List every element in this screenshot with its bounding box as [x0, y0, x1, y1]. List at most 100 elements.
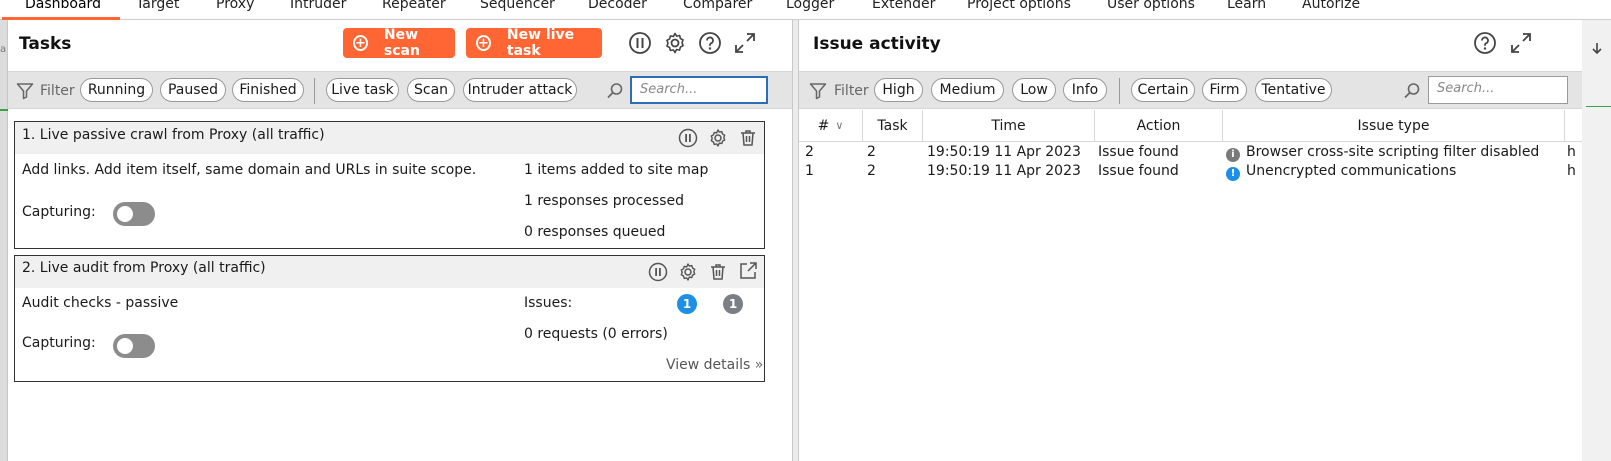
new-scan-button[interactable]: + New scan [343, 27, 455, 59]
capturing-toggle[interactable] [113, 334, 155, 358]
tab-target[interactable]: Target [136, 0, 179, 12]
pause-icon[interactable] [645, 259, 671, 285]
tab-sequencer[interactable]: Sequencer [480, 0, 555, 12]
filter-chip-finished[interactable]: Finished [232, 78, 304, 102]
plus-icon: + [353, 35, 368, 51]
funnel-icon [16, 82, 34, 104]
gear-icon[interactable] [662, 30, 688, 56]
filter-chip-firm[interactable]: Firm [1202, 78, 1247, 102]
tab-intruder[interactable]: Intruder [290, 0, 346, 12]
tasks-title: Tasks [19, 34, 72, 54]
filter-chip-high[interactable]: High [874, 78, 923, 102]
cell-overflow: h [1567, 163, 1576, 179]
tasks-filter-label: Filter [40, 83, 75, 99]
issue-count-badge-info[interactable]: 1 [723, 294, 743, 314]
tab-extender[interactable]: Extender [872, 0, 935, 12]
cell-task: 2 [867, 144, 876, 160]
view-details-label: View details [666, 357, 751, 373]
expand-icon[interactable] [1508, 30, 1534, 56]
funnel-icon [809, 82, 827, 104]
cell-overflow: h [1567, 144, 1576, 160]
tab-dashboard[interactable]: Dashboard [25, 0, 101, 12]
filter-chip-live-task[interactable]: Live task [326, 78, 399, 102]
stat-responses-queued: 0 responses queued [524, 224, 666, 240]
side-arrow-icon[interactable] [1591, 42, 1603, 60]
chevron-down-icon: ∨ [835, 119, 844, 132]
filter-chip-running[interactable]: Running [80, 78, 153, 102]
issues-label: Issues: [524, 295, 573, 311]
tab-logger[interactable]: Logger [786, 0, 834, 12]
task-card-header: 2. Live audit from Proxy (all traffic) [15, 256, 764, 288]
filter-chip-medium[interactable]: Medium [931, 78, 1004, 102]
tab-learn[interactable]: Learn [1227, 0, 1266, 12]
cell-number: 2 [805, 144, 814, 160]
task-card-header: 1. Live passive crawl from Proxy (all tr… [15, 122, 764, 154]
gear-icon[interactable] [705, 125, 731, 151]
trash-icon[interactable] [735, 125, 761, 151]
task-card-live-audit: 2. Live audit from Proxy (all traffic) A… [14, 255, 765, 382]
filter-chip-intruder-attack[interactable]: Intruder attack [463, 78, 577, 102]
cell-task: 2 [867, 163, 876, 179]
help-icon[interactable] [1472, 30, 1498, 56]
issue-filter-bar: Filter High Medium Low Info Certain Firm… [799, 71, 1583, 109]
column-header-issue-type[interactable]: Issue type [1223, 110, 1565, 142]
tab-comparer[interactable]: Comparer [683, 0, 752, 12]
capturing-toggle[interactable] [113, 202, 155, 226]
task-title: 1. Live passive crawl from Proxy (all tr… [22, 127, 325, 143]
tasks-search-input[interactable]: Search... [630, 76, 768, 104]
new-scan-label: New scan [383, 27, 420, 59]
help-icon[interactable] [697, 30, 723, 56]
gear-icon[interactable] [675, 259, 701, 285]
cell-issue-type: ! Unencrypted communications [1226, 163, 1456, 181]
filter-chip-low[interactable]: Low [1012, 78, 1056, 102]
filter-chip-scan[interactable]: Scan [407, 78, 455, 102]
double-chevron-right-icon: » [754, 357, 764, 373]
view-details-link[interactable]: View details » [666, 357, 763, 373]
task-card-passive-crawl: 1. Live passive crawl from Proxy (all tr… [14, 121, 765, 249]
new-live-task-label: New live task [506, 27, 575, 59]
task-description: Add links. Add item itself, same domain … [22, 162, 477, 178]
filter-chip-certain[interactable]: Certain [1131, 78, 1195, 102]
tab-repeater[interactable]: Repeater [382, 0, 446, 12]
left-strip-indicator [0, 109, 8, 111]
issue-activity-title: Issue activity [813, 34, 941, 54]
filter-chip-info[interactable]: Info [1063, 78, 1107, 102]
issue-search-input[interactable]: Search... [1428, 76, 1568, 104]
tab-project-options[interactable]: Project options [967, 0, 1071, 12]
trash-icon[interactable] [705, 259, 731, 285]
tab-user-options[interactable]: User options [1107, 0, 1195, 12]
issue-filter-label: Filter [834, 83, 869, 99]
toggle-knob [117, 338, 133, 354]
task-description: Audit checks - passive [22, 295, 179, 311]
tab-autorize[interactable]: Autorize [1302, 0, 1360, 12]
issue-type-text: Browser cross-site scripting filter disa… [1246, 144, 1540, 160]
filter-chip-tentative[interactable]: Tentative [1255, 78, 1332, 102]
expand-icon[interactable] [732, 30, 758, 56]
column-header-overflow [1565, 110, 1583, 142]
column-header-action[interactable]: Action [1095, 110, 1223, 142]
column-header-task[interactable]: Task [863, 110, 923, 142]
plus-icon: + [476, 35, 491, 51]
new-live-task-button[interactable]: + New live task [466, 27, 602, 59]
tab-decoder[interactable]: Decoder [588, 0, 647, 12]
filter-separator [1119, 78, 1120, 104]
search-icon [1403, 82, 1421, 104]
tab-proxy[interactable]: Proxy [216, 0, 254, 12]
column-header-number-label: # [817, 117, 830, 134]
issue-type-text: Unencrypted communications [1246, 163, 1457, 179]
pause-icon[interactable] [627, 30, 653, 56]
column-header-time[interactable]: Time [923, 110, 1095, 142]
cell-action: Issue found [1098, 163, 1179, 179]
filter-chip-paused[interactable]: Paused [160, 78, 226, 102]
stat-responses-processed: 1 responses processed [524, 193, 684, 209]
issue-count-badge-low[interactable]: 1 [677, 294, 697, 314]
right-edge-strip [1582, 20, 1611, 461]
column-header-number[interactable]: # ∨ [799, 110, 863, 142]
cell-action: Issue found [1098, 144, 1179, 160]
popout-icon[interactable] [735, 258, 761, 284]
cell-number: 1 [805, 163, 814, 179]
pause-icon[interactable] [675, 125, 701, 151]
requests-count: 0 requests (0 errors) [524, 326, 668, 342]
left-edge-strip: a [0, 20, 8, 461]
filter-separator [314, 78, 315, 104]
